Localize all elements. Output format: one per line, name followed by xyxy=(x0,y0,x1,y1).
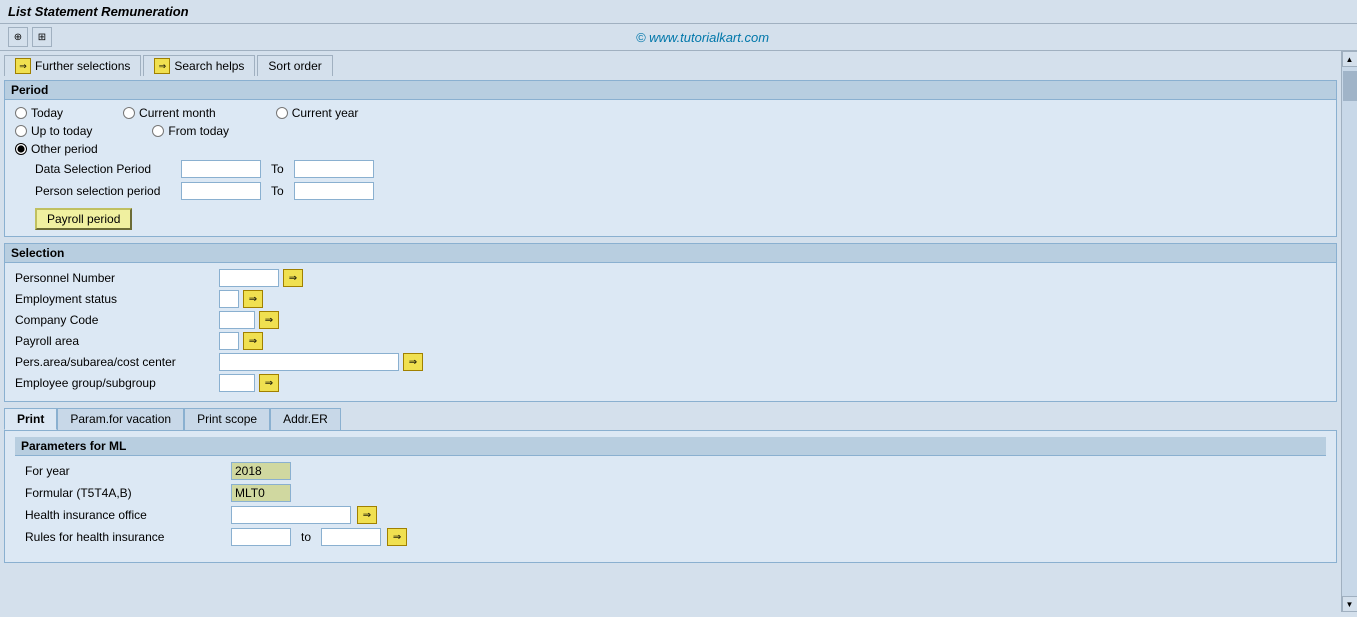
radio-other-period-input[interactable] xyxy=(15,143,27,155)
further-selections-arrow: ⇒ xyxy=(15,58,31,74)
title-bar: List Statement Remuneration xyxy=(0,0,1357,24)
tab-search-helps[interactable]: ⇒ Search helps xyxy=(143,55,255,76)
radio-from-today-input[interactable] xyxy=(152,125,164,137)
company-code-row: Company Code ⇒ xyxy=(15,311,1326,329)
radio-row-1: Today Current month Current year xyxy=(15,106,1326,120)
pers-area-input[interactable] xyxy=(219,353,399,371)
payroll-area-row: Payroll area ⇒ xyxy=(15,332,1326,350)
parameters-section: Parameters for ML For year Formular (T5T… xyxy=(4,430,1337,563)
for-year-input[interactable] xyxy=(231,462,291,480)
employee-group-arrow[interactable]: ⇒ xyxy=(259,374,279,392)
parameters-body: For year Formular (T5T4A,B) Health insur… xyxy=(15,456,1326,556)
pers-area-row: Pers.area/subarea/cost center ⇒ xyxy=(15,353,1326,371)
radio-up-to-today: Up to today xyxy=(15,124,92,138)
radio-current-year-input[interactable] xyxy=(276,107,288,119)
radio-current-month-input[interactable] xyxy=(123,107,135,119)
personnel-number-arrow[interactable]: ⇒ xyxy=(283,269,303,287)
scroll-down-arrow[interactable]: ▼ xyxy=(1342,596,1357,612)
tab-print[interactable]: Print xyxy=(4,408,57,430)
employee-group-row: Employee group/subgroup ⇒ xyxy=(15,374,1326,392)
person-selection-row: Person selection period To xyxy=(15,182,1326,200)
toolbar: ⊕ ⊞ © www.tutorialkart.com xyxy=(0,24,1357,51)
radio-current-month: Current month xyxy=(123,106,216,120)
bottom-tab-row: Print Param.for vacation Print scope Add… xyxy=(4,408,1337,430)
formular-input[interactable] xyxy=(231,484,291,502)
employment-status-input[interactable] xyxy=(219,290,239,308)
pers-area-arrow[interactable]: ⇒ xyxy=(403,353,423,371)
search-helps-arrow: ⇒ xyxy=(154,58,170,74)
rules-health-from[interactable] xyxy=(231,528,291,546)
health-insurance-input[interactable] xyxy=(231,506,351,524)
scroll-up-arrow[interactable]: ▲ xyxy=(1342,51,1357,67)
watermark: © www.tutorialkart.com xyxy=(56,30,1349,45)
health-insurance-row: Health insurance office ⇒ xyxy=(25,506,1316,524)
radio-up-to-today-input[interactable] xyxy=(15,125,27,137)
back-icon[interactable]: ⊕ xyxy=(8,27,28,47)
radio-today-input[interactable] xyxy=(15,107,27,119)
radio-from-today: From today xyxy=(152,124,229,138)
payroll-period-button[interactable]: Payroll period xyxy=(35,208,132,230)
rules-health-row: Rules for health insurance to ⇒ xyxy=(25,528,1316,546)
personnel-number-input[interactable] xyxy=(219,269,279,287)
tab-addr-er[interactable]: Addr.ER xyxy=(270,408,341,430)
period-body: Today Current month Current year Up to t… xyxy=(5,100,1336,236)
radio-row-2: Up to today From today xyxy=(15,124,1326,138)
employment-status-arrow[interactable]: ⇒ xyxy=(243,290,263,308)
selection-body: Personnel Number ⇒ Employment status ⇒ C… xyxy=(5,263,1336,401)
radio-current-year: Current year xyxy=(276,106,359,120)
period-header: Period xyxy=(5,81,1336,100)
selection-section: Selection Personnel Number ⇒ Employment … xyxy=(4,243,1337,402)
person-selection-to[interactable] xyxy=(294,182,374,200)
data-selection-to[interactable] xyxy=(294,160,374,178)
employment-status-row: Employment status ⇒ xyxy=(15,290,1326,308)
payroll-area-input[interactable] xyxy=(219,332,239,350)
rules-health-to[interactable] xyxy=(321,528,381,546)
scroll-thumb[interactable] xyxy=(1343,71,1357,101)
radio-today: Today xyxy=(15,106,63,120)
payroll-area-arrow[interactable]: ⇒ xyxy=(243,332,263,350)
top-tab-row: ⇒ Further selections ⇒ Search helps Sort… xyxy=(4,55,1337,76)
company-code-input[interactable] xyxy=(219,311,255,329)
for-year-row: For year xyxy=(25,462,1316,480)
health-insurance-arrow[interactable]: ⇒ xyxy=(357,506,377,524)
grid-icon[interactable]: ⊞ xyxy=(32,27,52,47)
bottom-tabs: Print Param.for vacation Print scope Add… xyxy=(4,408,1337,563)
tab-sort-order[interactable]: Sort order xyxy=(257,55,332,76)
parameters-header: Parameters for ML xyxy=(15,437,1326,456)
selection-header: Selection xyxy=(5,244,1336,263)
main-content: ⇒ Further selections ⇒ Search helps Sort… xyxy=(0,51,1357,612)
tab-param-vacation[interactable]: Param.for vacation xyxy=(57,408,184,430)
person-selection-from[interactable] xyxy=(181,182,261,200)
formular-row: Formular (T5T4A,B) xyxy=(25,484,1316,502)
data-selection-from[interactable] xyxy=(181,160,261,178)
rules-health-arrow[interactable]: ⇒ xyxy=(387,528,407,546)
employee-group-input[interactable] xyxy=(219,374,255,392)
period-section: Period Today Current month Current year xyxy=(4,80,1337,237)
radio-other-period: Other period xyxy=(15,142,98,156)
vertical-scrollbar: ▲ ▼ xyxy=(1341,51,1357,612)
company-code-arrow[interactable]: ⇒ xyxy=(259,311,279,329)
personnel-number-row: Personnel Number ⇒ xyxy=(15,269,1326,287)
tab-further-selections[interactable]: ⇒ Further selections xyxy=(4,55,141,76)
tab-print-scope[interactable]: Print scope xyxy=(184,408,270,430)
data-selection-row: Data Selection Period To xyxy=(15,160,1326,178)
radio-row-3: Other period xyxy=(15,142,1326,156)
